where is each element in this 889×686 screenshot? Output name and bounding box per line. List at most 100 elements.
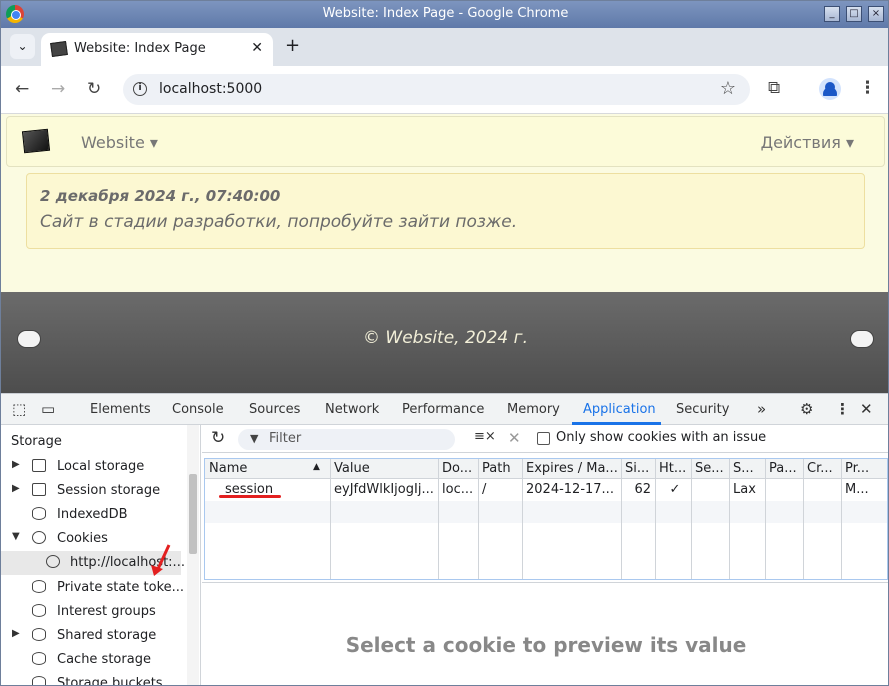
footer-copyright: © Website, 2024 г. xyxy=(363,328,528,348)
cell-samesite[interactable]: Lax xyxy=(729,479,765,500)
sidebar-item-label: Private state toke... xyxy=(57,580,185,595)
tab-elements[interactable]: Elements xyxy=(90,402,151,417)
extensions-puzzle-icon[interactable]: ⧉ xyxy=(768,78,780,98)
expand-arrow-icon[interactable]: ▶ xyxy=(12,628,20,639)
clear-filtered-cookies-icon[interactable]: ≡× xyxy=(474,429,496,444)
tab-memory[interactable]: Memory xyxy=(507,402,560,417)
device-toolbar-icon[interactable]: ▭ xyxy=(41,400,55,418)
close-devtools-icon[interactable]: ✕ xyxy=(860,400,873,418)
site-info-icon[interactable]: i xyxy=(133,82,147,96)
column-header-name[interactable]: Name ▲ xyxy=(205,459,330,479)
site-logo-icon[interactable] xyxy=(21,128,51,154)
pointing-hand-right-icon[interactable] xyxy=(850,330,874,348)
cell-path[interactable]: / xyxy=(478,479,522,500)
column-header-priority[interactable]: Pr... xyxy=(841,459,887,479)
site-navbar: Website ▾ Действия ▾ xyxy=(6,116,885,167)
tab-title: Website: Index Page xyxy=(74,41,206,56)
column-divider xyxy=(803,459,804,579)
sidebar-item-indexeddb[interactable]: IndexedDB xyxy=(1,503,187,527)
maximize-button[interactable]: □ xyxy=(846,6,862,22)
collapse-arrow-icon[interactable]: ▼ xyxy=(12,531,20,542)
sidebar-item-private-state-tokens[interactable]: Private state toke... xyxy=(1,576,187,600)
devtools-menu-kebab-icon[interactable]: ⋮ xyxy=(835,400,850,418)
database-icon xyxy=(32,580,46,593)
refresh-icon[interactable]: ↻ xyxy=(211,428,225,448)
tab-website-index[interactable]: Website: Index Page ✕ xyxy=(41,33,273,66)
back-arrow-icon[interactable]: ← xyxy=(15,79,29,99)
expand-arrow-icon[interactable]: ▶ xyxy=(12,483,20,494)
address-bar[interactable]: i localhost:5000 ☆ xyxy=(123,74,750,105)
column-header-size[interactable]: Si... xyxy=(621,459,655,479)
tab-sources[interactable]: Sources xyxy=(249,402,300,417)
cell-secure[interactable] xyxy=(691,479,729,500)
sidebar-item-cache-storage[interactable]: Cache storage xyxy=(1,648,187,672)
cell-value[interactable]: eyJfdWlkIjogIj... xyxy=(330,479,438,500)
column-header-partition-key[interactable]: Pa... xyxy=(765,459,803,479)
column-divider xyxy=(621,459,622,579)
cookies-toolbar: ↻ ▼ Filter ≡× ✕ Only show cookies with a… xyxy=(202,425,888,453)
filter-placeholder: Filter xyxy=(269,431,302,446)
minimize-button[interactable]: _ xyxy=(824,6,840,22)
profile-avatar-icon[interactable] xyxy=(819,78,841,100)
website-dropdown[interactable]: Website ▾ xyxy=(81,133,158,152)
new-tab-plus-icon[interactable]: + xyxy=(285,35,300,56)
sidebar-item-local-storage[interactable]: ▶ Local storage xyxy=(1,455,187,479)
reload-icon[interactable]: ↻ xyxy=(87,79,101,99)
table-stripe-row xyxy=(205,501,887,523)
title-bar: Website: Index Page - Google Chrome _ □ … xyxy=(1,1,888,28)
tab-close-icon[interactable]: ✕ xyxy=(251,40,263,56)
tab-search-chevron-down-icon[interactable]: ⌄ xyxy=(10,34,35,59)
cell-domain[interactable]: loc... xyxy=(438,479,478,500)
cell-partition-key[interactable] xyxy=(765,479,803,500)
preview-divider xyxy=(202,582,888,583)
sidebar-item-label: Cookies xyxy=(57,531,108,546)
sidebar-scrollbar[interactable] xyxy=(187,425,199,685)
sidebar-item-shared-storage[interactable]: ▶ Shared storage xyxy=(1,624,187,648)
settings-gear-icon[interactable]: ⚙ xyxy=(800,400,813,418)
cookies-pane: ↻ ▼ Filter ≡× ✕ Only show cookies with a… xyxy=(202,425,888,685)
tab-network[interactable]: Network xyxy=(325,402,379,417)
sidebar-scrollbar-thumb[interactable] xyxy=(189,474,197,554)
column-header-expires[interactable]: Expires / Ma... xyxy=(522,459,621,479)
column-header-cross-site[interactable]: Cr... xyxy=(803,459,841,479)
bookmark-star-icon[interactable]: ☆ xyxy=(720,78,736,99)
column-header-value[interactable]: Value xyxy=(330,459,438,479)
actions-dropdown[interactable]: Действия ▾ xyxy=(761,133,854,152)
column-header-httponly[interactable]: Ht... xyxy=(655,459,691,479)
web-page: Website ▾ Действия ▾ 2 декабря 2024 г., … xyxy=(1,114,888,393)
column-header-domain[interactable]: Do... xyxy=(438,459,478,479)
only-issues-checkbox[interactable] xyxy=(537,432,550,445)
cookie-filter-input[interactable]: ▼ Filter xyxy=(238,429,455,450)
cookie-preview-placeholder: Select a cookie to preview its value xyxy=(345,633,747,657)
tab-application[interactable]: Application xyxy=(583,402,656,417)
more-tabs-chevron-icon[interactable]: » xyxy=(757,400,766,418)
only-issues-label: Only show cookies with an issue xyxy=(556,430,767,445)
expand-arrow-icon[interactable]: ▶ xyxy=(12,459,20,470)
forward-arrow-icon[interactable]: → xyxy=(51,79,65,99)
tab-performance[interactable]: Performance xyxy=(402,402,484,417)
chrome-menu-kebab-icon[interactable]: ⋮ xyxy=(859,78,876,98)
inspect-element-icon[interactable]: ⬚ xyxy=(12,400,26,418)
sidebar-item-label: Cache storage xyxy=(57,652,151,667)
sidebar-item-session-storage[interactable]: ▶ Session storage xyxy=(1,479,187,503)
devtools-tab-bar: ⬚ ▭ Elements Console Sources Network Per… xyxy=(1,394,888,425)
column-header-path[interactable]: Path xyxy=(478,459,522,479)
cell-priority[interactable]: M... xyxy=(841,479,887,500)
sidebar-item-interest-groups[interactable]: Interest groups xyxy=(1,600,187,624)
sidebar-item-label: Shared storage xyxy=(57,628,157,643)
address-url[interactable]: localhost:5000 xyxy=(159,81,262,97)
cell-cross-site[interactable] xyxy=(803,479,841,500)
tab-console[interactable]: Console xyxy=(172,402,224,417)
application-sidebar: Storage ▶ Local storage ▶ Session storag… xyxy=(1,425,201,685)
cell-size[interactable]: 62 xyxy=(621,479,655,500)
cell-expires[interactable]: 2024-12-17... xyxy=(522,479,621,500)
cell-httponly[interactable]: ✓ xyxy=(655,479,691,500)
column-header-secure[interactable]: Se... xyxy=(691,459,729,479)
column-divider xyxy=(522,459,523,579)
sidebar-item-storage-buckets[interactable]: Storage buckets xyxy=(1,672,187,685)
site-favicon-icon xyxy=(50,40,68,58)
column-header-samesite[interactable]: S... xyxy=(729,459,765,479)
delete-selected-icon[interactable]: ✕ xyxy=(508,429,521,447)
close-window-button[interactable]: × xyxy=(868,6,884,22)
tab-security[interactable]: Security xyxy=(676,402,729,417)
